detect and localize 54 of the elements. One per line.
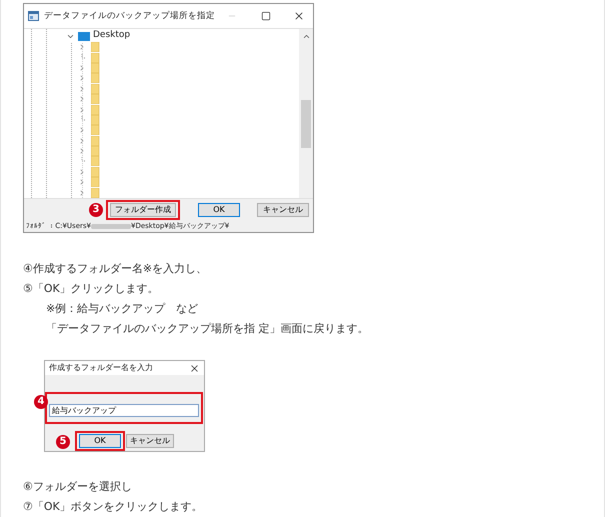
step-number-badge: 4 <box>34 395 48 409</box>
folder-icon[interactable] <box>91 136 100 146</box>
instruction-text: ④作成するフォルダー名※を入力し、 <box>23 261 208 277</box>
expand-chevron-icon[interactable] <box>78 168 86 176</box>
folder-icon[interactable] <box>91 125 100 136</box>
folder-icon[interactable] <box>91 156 100 166</box>
scrollbar[interactable] <box>299 29 313 198</box>
expand-chevron-icon[interactable] <box>78 74 86 82</box>
folder-icon[interactable] <box>91 52 100 63</box>
close-icon[interactable] <box>293 10 305 22</box>
expand-chevron-icon[interactable] <box>78 178 86 186</box>
expand-chevron-icon[interactable] <box>78 64 86 72</box>
folder-icon[interactable] <box>91 62 100 73</box>
window-app-icon <box>28 11 39 21</box>
expand-chevron-icon[interactable] <box>78 106 86 114</box>
folder-icon[interactable] <box>91 94 100 104</box>
expand-chevron-icon[interactable] <box>78 147 86 156</box>
maximize-icon[interactable] <box>261 11 271 21</box>
expand-chevron-icon[interactable] <box>78 188 86 197</box>
folder-icon[interactable] <box>91 177 100 188</box>
scroll-up-icon[interactable] <box>302 32 310 41</box>
dialog-button[interactable]: フォルダー作成 <box>110 202 176 216</box>
dialog-button[interactable]: OK <box>198 202 240 216</box>
folder-name-field[interactable]: 給与バックアップ <box>49 404 199 417</box>
instruction-text: ⑥フォルダーを選択し <box>23 479 133 495</box>
instruction-text: 「データファイルのバックアップ場所を指 定」画面に戻ります。 <box>46 321 370 337</box>
folder-icon[interactable] <box>91 146 100 156</box>
folder-icon[interactable] <box>91 84 100 94</box>
dialog-button[interactable]: キャンセル <box>257 202 309 216</box>
tree-item-label[interactable]: Desktop <box>93 29 130 43</box>
expand-chevron-icon[interactable] <box>78 136 86 145</box>
window-title: データファイルのバックアップ場所を指定 <box>44 10 215 22</box>
expand-chevron-icon[interactable] <box>78 84 86 93</box>
window-title: 作成するフォルダー名を入力 <box>49 362 153 374</box>
folder-icon[interactable] <box>91 188 100 198</box>
folder-icon[interactable] <box>91 166 100 177</box>
folder-icon[interactable] <box>91 73 100 84</box>
instruction-text: ⑦「OK」ボタンをクリックします。 <box>23 499 204 515</box>
step-number-badge: 3 <box>89 202 103 216</box>
expand-chevron-icon[interactable] <box>78 43 86 52</box>
desktop-icon <box>78 32 90 40</box>
dialog-button[interactable]: OK <box>79 434 121 448</box>
instruction-text: ※例：給与バックアップ など <box>46 301 200 317</box>
close-icon[interactable] <box>189 362 200 374</box>
expand-chevron-icon[interactable] <box>78 95 86 104</box>
instruction-text: ⑤「OK」クリックします。 <box>23 281 160 297</box>
folder-icon[interactable] <box>91 104 100 115</box>
scrollbar-thumb[interactable] <box>301 100 311 148</box>
step-number-badge: 5 <box>56 435 70 449</box>
folder-icon[interactable] <box>91 114 100 125</box>
expand-chevron-icon[interactable] <box>78 126 86 134</box>
folder-icon[interactable] <box>91 42 100 52</box>
blurred-username-drawing <box>90 224 131 228</box>
dialog-button[interactable]: キャンセル <box>126 434 174 448</box>
